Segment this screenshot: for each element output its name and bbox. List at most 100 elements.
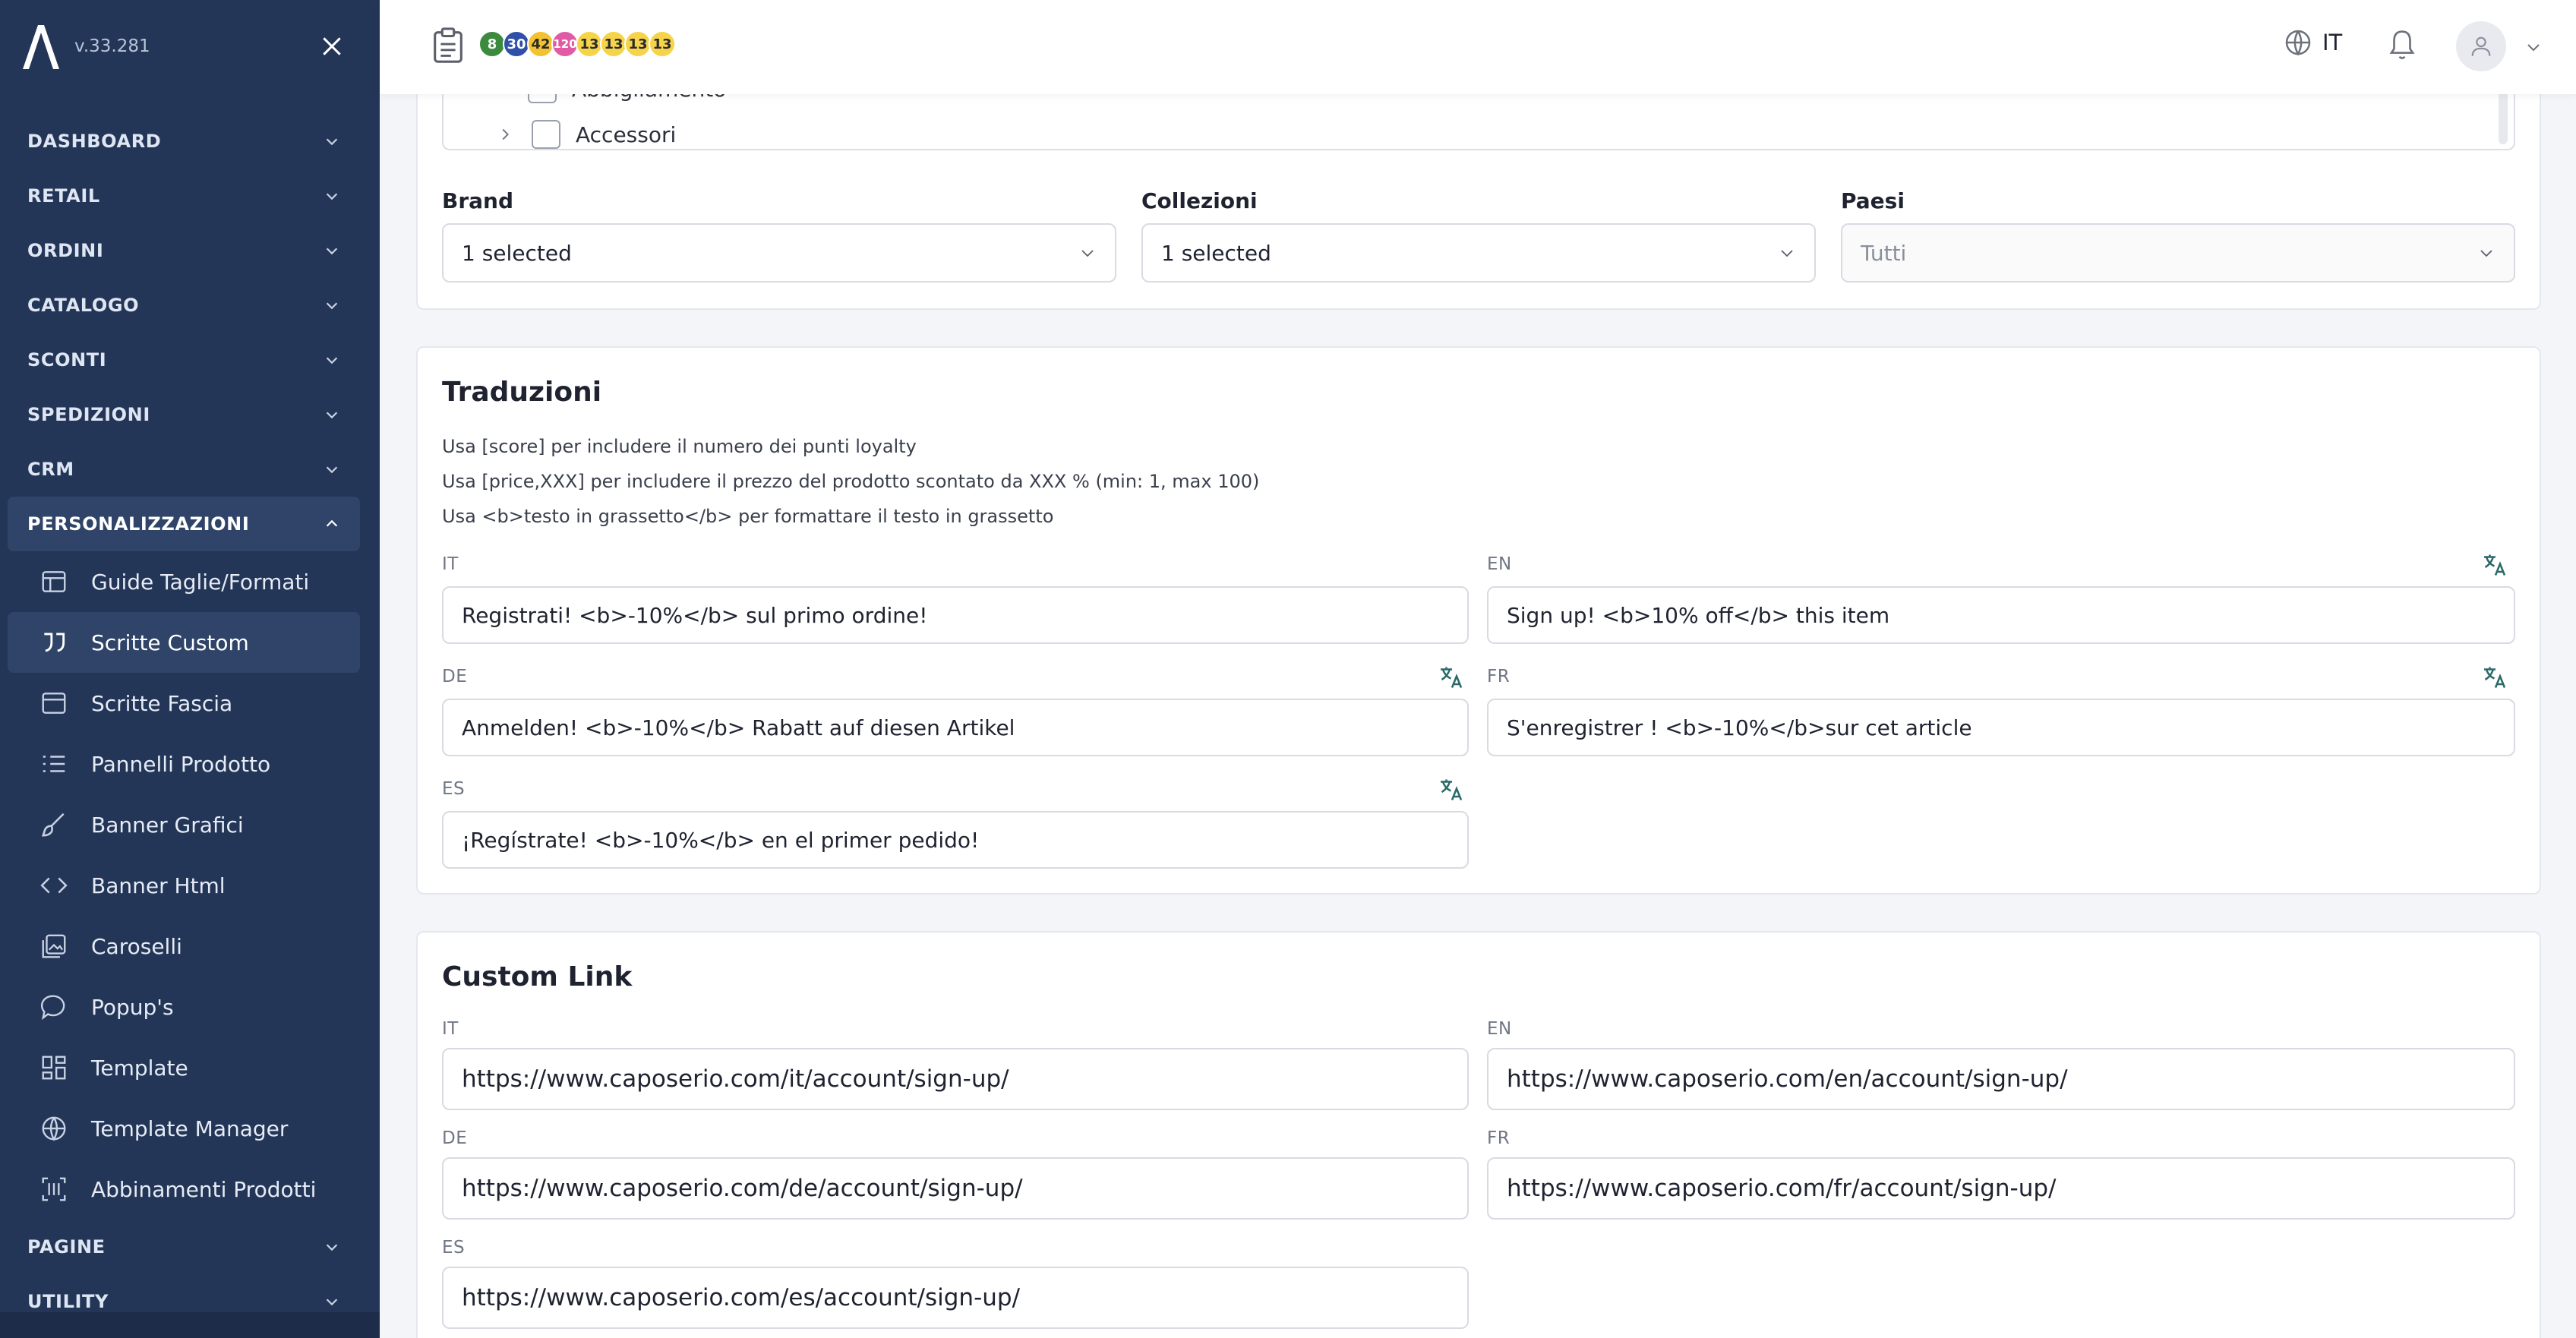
link-lang-label-fr: FR xyxy=(1487,1128,1511,1148)
chevron-down-icon xyxy=(1781,250,1793,257)
sidebar-item-scritte-fascia[interactable]: Scritte Fascia xyxy=(8,673,360,734)
collezioni-select[interactable]: 1 selected xyxy=(1141,223,1816,282)
topbar: 8 30 42 120 13 13 13 13 IT xyxy=(380,0,2576,94)
translation-hint: Usa [price,XXX] per includere il prezzo … xyxy=(442,471,1260,492)
badge[interactable]: 30 xyxy=(503,30,530,58)
avatar[interactable] xyxy=(2456,21,2506,71)
sidebar-group-dashboard[interactable]: DASHBOARD xyxy=(8,114,360,169)
language-switcher[interactable]: IT xyxy=(2283,27,2342,58)
sidebar-group-spedizioni[interactable]: SPEDIZIONI xyxy=(8,387,360,442)
sidebar-footer xyxy=(0,1312,380,1338)
badge[interactable]: 8 xyxy=(478,30,506,58)
custom-link-input-es[interactable]: https://www.caposerio.com/es/account/sig… xyxy=(442,1267,1469,1329)
sidebar-group-personalizzazioni[interactable]: PERSONALIZZAZIONI xyxy=(8,497,360,551)
sidebar-item-label: Scritte Custom xyxy=(91,630,249,655)
chevron-down-icon xyxy=(326,412,338,419)
sidebar-group-retail[interactable]: RETAIL xyxy=(8,169,360,223)
chevron-down-icon xyxy=(326,193,338,200)
brand-select-value: 1 selected xyxy=(462,240,572,266)
custom-link-input-it[interactable]: https://www.caposerio.com/it/account/sig… xyxy=(442,1048,1469,1110)
sidebar-group-label: SPEDIZIONI xyxy=(27,404,150,425)
clipboard-icon[interactable] xyxy=(431,27,465,65)
sidebar-group-label: RETAIL xyxy=(27,185,100,207)
chevron-up-icon xyxy=(326,519,338,527)
sidebar-group-label: UTILITY xyxy=(27,1291,109,1312)
link-lang-label-de: DE xyxy=(442,1128,468,1148)
banner-strip-icon xyxy=(42,693,66,714)
sidebar-group-label: PERSONALIZZAZIONI xyxy=(27,513,250,535)
sidebar-item-abbinamenti[interactable]: Abbinamenti Prodotti xyxy=(8,1159,360,1220)
badge[interactable]: 13 xyxy=(600,30,627,58)
sidebar-item-label: Caroselli xyxy=(91,933,182,959)
brand-select[interactable]: 1 selected xyxy=(442,223,1116,282)
sidebar-group-label: SCONTI xyxy=(27,349,107,371)
sidebar-item-template[interactable]: Template xyxy=(8,1037,360,1098)
sidebar-item-label: Pannelli Prodotto xyxy=(91,751,271,777)
custom-link-input-fr[interactable]: https://www.caposerio.com/fr/account/sig… xyxy=(1487,1157,2515,1220)
chevron-down-icon xyxy=(326,248,338,255)
link-lang-label-es: ES xyxy=(442,1238,466,1258)
translate-icon[interactable] xyxy=(1438,776,1466,803)
translate-icon[interactable] xyxy=(2482,664,2509,691)
lang-label-it: IT xyxy=(442,554,459,574)
chevron-down-icon xyxy=(326,357,338,364)
badge[interactable]: 120 xyxy=(551,30,579,58)
sidebar-group-label: PAGINE xyxy=(27,1236,106,1258)
sidebar-group-crm[interactable]: CRM xyxy=(8,442,360,497)
chevron-down-icon xyxy=(326,138,338,146)
table-icon xyxy=(42,571,66,592)
sidebar-item-label: Banner Grafici xyxy=(91,812,244,838)
custom-link-title: Custom Link xyxy=(442,961,633,992)
sidebar-group-label: CRM xyxy=(27,459,74,480)
translation-input-de[interactable]: Anmelden! <b>-10%</b> Rabatt auf diesen … xyxy=(442,699,1469,756)
brand: v.33.281 xyxy=(20,20,150,73)
chevron-down-icon[interactable] xyxy=(2524,38,2543,56)
sidebar-item-scritte-custom[interactable]: Scritte Custom xyxy=(8,612,360,673)
translation-input-es[interactable]: ¡Regístrate! <b>-10%</b> en el primer pe… xyxy=(442,811,1469,869)
chevron-down-icon xyxy=(326,466,338,474)
badge[interactable]: 42 xyxy=(527,30,554,58)
sidebar-group-sconti[interactable]: SCONTI xyxy=(8,333,360,387)
translation-input-fr[interactable]: S'enregistrer ! <b>-10%</b>sur cet artic… xyxy=(1487,699,2515,756)
quote-icon xyxy=(44,633,65,652)
checkbox[interactable] xyxy=(532,120,560,149)
sidebar-item-caroselli[interactable]: Caroselli xyxy=(8,916,360,977)
chevron-right-icon[interactable] xyxy=(497,126,513,143)
sidebar-item-banner-html[interactable]: Banner Html xyxy=(8,855,360,916)
sidebar-item-label: Template xyxy=(91,1055,188,1081)
current-language: IT xyxy=(2322,30,2343,55)
translate-icon[interactable] xyxy=(1438,664,1466,691)
sidebar-group-ordini[interactable]: ORDINI xyxy=(8,223,360,278)
list-icon xyxy=(43,756,65,772)
translation-input-it[interactable]: Registrati! <b>-10%</b> sul primo ordine… xyxy=(442,586,1469,644)
chat-bubble-icon xyxy=(40,995,65,1021)
badge[interactable]: 13 xyxy=(649,30,676,58)
badge[interactable]: 13 xyxy=(576,30,603,58)
close-sidebar-icon[interactable] xyxy=(313,27,351,65)
brand-label: Brand xyxy=(442,188,514,213)
sidebar-item-label: Abbinamenti Prodotti xyxy=(91,1176,317,1202)
sidebar-item-guide-taglie[interactable]: Guide Taglie/Formati xyxy=(8,551,360,612)
bell-icon[interactable] xyxy=(2386,27,2418,62)
link-lang-label-it: IT xyxy=(442,1019,459,1039)
badge[interactable]: 13 xyxy=(624,30,652,58)
sidebar-item-popups[interactable]: Popup's xyxy=(8,977,360,1037)
custom-link-input-de[interactable]: https://www.caposerio.com/de/account/sig… xyxy=(442,1157,1469,1220)
paesi-select[interactable]: Tutti xyxy=(1841,223,2515,282)
translate-icon[interactable] xyxy=(2482,551,2509,579)
notification-badges: 8 30 42 120 13 13 13 13 xyxy=(478,30,676,58)
sidebar-group-catalogo[interactable]: CATALOGO xyxy=(8,278,360,333)
code-icon xyxy=(40,877,68,894)
translation-hint: Usa <b>testo in grassetto</b> per format… xyxy=(442,506,1054,527)
sidebar-group-pagine[interactable]: PAGINE xyxy=(8,1220,360,1274)
sidebar-item-pannelli-prodotto[interactable]: Pannelli Prodotto xyxy=(8,734,360,794)
chevron-down-icon xyxy=(1081,250,1094,257)
sidebar-item-banner-grafici[interactable]: Banner Grafici xyxy=(8,794,360,855)
custom-link-input-en[interactable]: https://www.caposerio.com/en/account/sig… xyxy=(1487,1048,2515,1110)
tree-item[interactable]: Accessori xyxy=(497,120,676,149)
app-logo-icon[interactable] xyxy=(20,22,62,71)
sidebar-item-template-manager[interactable]: Template Manager xyxy=(8,1098,360,1159)
translation-input-en[interactable]: Sign up! <b>10% off</b> this item xyxy=(1487,586,2515,644)
user-icon xyxy=(2471,36,2491,56)
sidebar-group-label: CATALOGO xyxy=(27,295,140,316)
